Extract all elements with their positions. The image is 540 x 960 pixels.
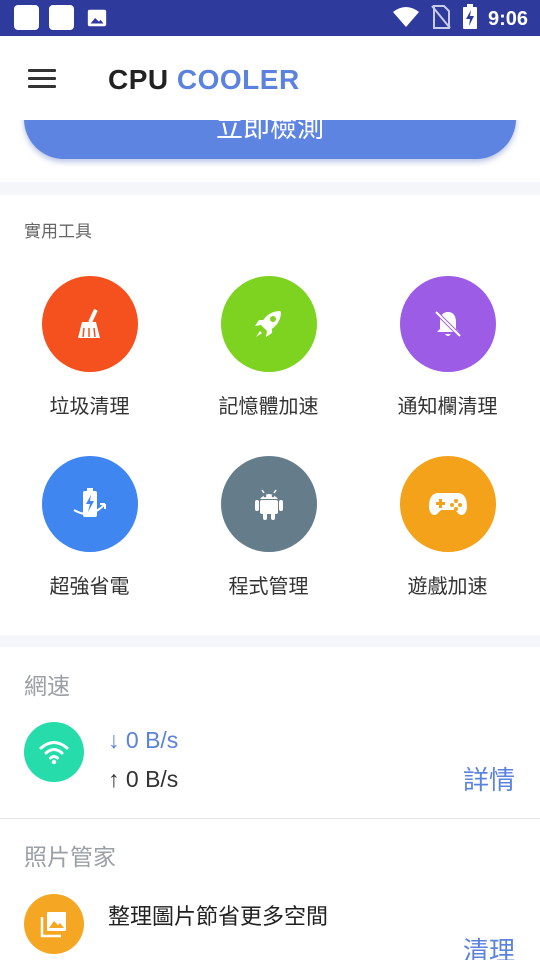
battery-charging-icon: [462, 4, 478, 34]
tool-label: 超強省電: [49, 574, 130, 598]
network-details-button[interactable]: 詳情: [463, 760, 515, 797]
tool-junk-clean[interactable]: 垃圾清理: [0, 276, 179, 419]
no-sim-icon: [430, 4, 452, 34]
network-section-title: 網速: [24, 674, 70, 700]
notification-square-icon: [49, 5, 74, 30]
tool-app-manager[interactable]: 程式管理: [179, 456, 358, 599]
scan-section: 立即檢測: [0, 80, 540, 182]
notification-square-icon: [14, 5, 39, 30]
upload-speed: ↑ 0 B/s: [108, 766, 179, 792]
image-icon: [84, 5, 109, 30]
photo-library-icon: [24, 894, 84, 954]
status-bar: 9:06: [0, 0, 540, 36]
tool-label: 垃圾清理: [49, 394, 130, 418]
wifi-icon: [24, 722, 84, 782]
tools-section: 實用工具 垃圾清理 記憶體加速 通知欄清理 超強省電 程式管理 遊戲加速: [0, 195, 540, 635]
screen: 9:06 立即檢測 CPU COOLER 實用工具 垃圾清理 記憶體加速 通知欄…: [0, 0, 540, 960]
tool-label: 通知欄清理: [397, 394, 498, 418]
photo-manager-section: 照片管家 整理圖片節省更多空間 清理: [0, 819, 540, 960]
app-title: CPU COOLER: [108, 64, 300, 96]
status-left-icons: [14, 5, 109, 30]
android-icon: [220, 456, 317, 552]
photo-clean-button[interactable]: 清理: [463, 931, 515, 960]
tool-label: 程式管理: [228, 574, 309, 598]
network-section: 網速 ↓ 0 B/s ↑ 0 B/s 詳情: [0, 647, 540, 818]
status-time: 9:06: [487, 7, 528, 30]
status-right-icons: 9:06: [392, 4, 528, 34]
battery-saver-icon: [41, 456, 138, 552]
tool-notification-clean[interactable]: 通知欄清理: [358, 276, 537, 419]
tool-label: 遊戲加速: [407, 574, 488, 598]
tool-label: 記憶體加速: [218, 394, 319, 418]
wifi-icon: [392, 5, 420, 33]
app-title-cpu: CPU: [108, 64, 169, 95]
app-title-cooler: COOLER: [176, 64, 300, 95]
hamburger-menu-icon[interactable]: [28, 69, 56, 89]
gamepad-icon: [399, 456, 496, 552]
bell-off-icon: [399, 276, 496, 372]
photo-description: 整理圖片節省更多空間: [108, 905, 329, 930]
tool-power-saver[interactable]: 超強省電: [0, 456, 179, 599]
download-speed: ↓ 0 B/s: [108, 727, 179, 753]
photo-section-title: 照片管家: [24, 845, 116, 871]
app-bar: CPU COOLER: [0, 36, 540, 120]
tool-game-boost[interactable]: 遊戲加速: [358, 456, 537, 599]
rocket-icon: [220, 276, 317, 372]
tools-section-title: 實用工具: [24, 222, 92, 242]
broom-icon: [41, 276, 138, 372]
tool-memory-boost[interactable]: 記憶體加速: [179, 276, 358, 419]
